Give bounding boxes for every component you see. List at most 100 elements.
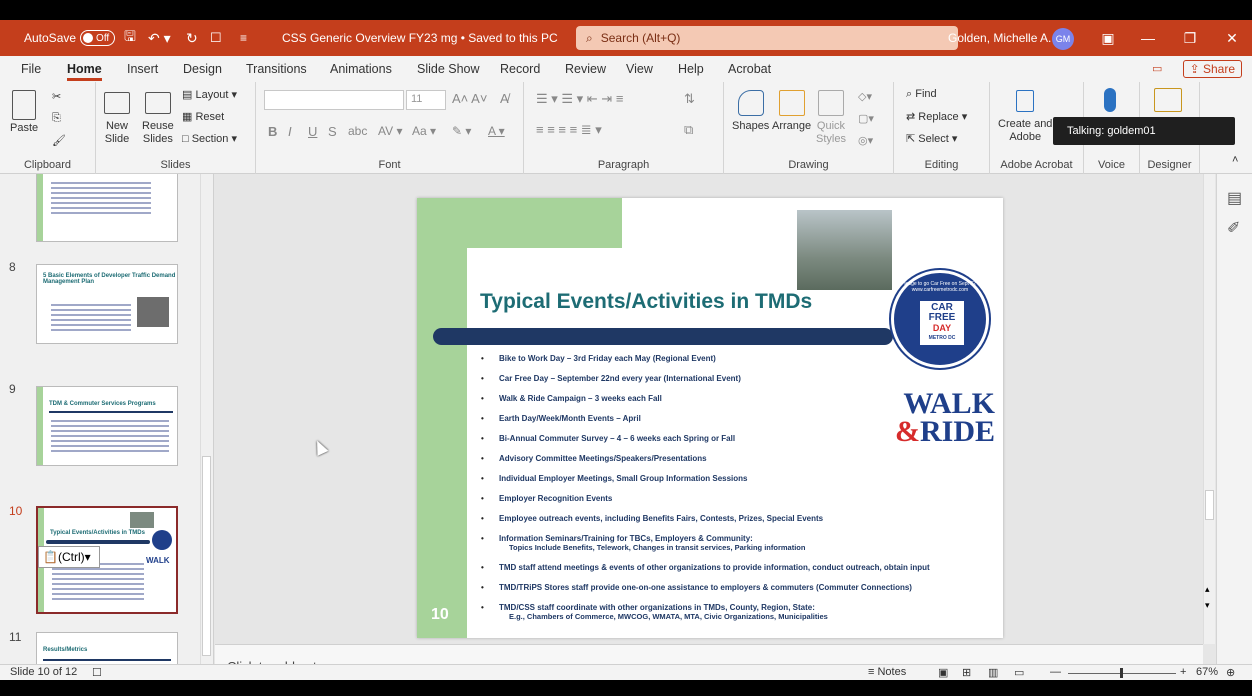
- slide-bullets[interactable]: Bike to Work Day – 3rd Friday each May (…: [481, 348, 1001, 621]
- tab-record[interactable]: Record: [500, 62, 540, 76]
- tab-acrobat[interactable]: Acrobat: [728, 62, 771, 76]
- thumbnail-slide-8[interactable]: 5 Basic Elements of Developer Traffic De…: [36, 264, 178, 344]
- designer-ideas-icon[interactable]: ▤: [1227, 188, 1242, 208]
- layout-button[interactable]: ▤ Layout ▾: [182, 88, 237, 101]
- clear-format-icon[interactable]: A̸: [500, 91, 509, 106]
- slide-thumbnail-pane[interactable]: 8 5 Basic Elements of Developer Traffic …: [0, 174, 214, 664]
- normal-view-icon[interactable]: ▣: [938, 666, 948, 679]
- undo-icon[interactable]: ↶ ▾: [148, 20, 171, 56]
- find-button[interactable]: ⌕ Find: [906, 88, 937, 101]
- tab-slide-show[interactable]: Slide Show: [417, 62, 480, 76]
- zoom-slider-thumb[interactable]: [1120, 668, 1123, 678]
- slide-sorter-icon[interactable]: ⊞: [962, 666, 971, 679]
- paste-button[interactable]: Paste: [10, 90, 38, 135]
- zoom-in-icon[interactable]: +: [1180, 666, 1186, 678]
- avatar[interactable]: GM: [1052, 28, 1074, 50]
- tab-review[interactable]: Review: [565, 62, 606, 76]
- designer-button[interactable]: [1154, 88, 1182, 112]
- scroll-thumb[interactable]: [1205, 490, 1214, 520]
- italic-button[interactable]: I: [288, 124, 292, 139]
- zoom-out-icon[interactable]: —: [1050, 666, 1061, 678]
- create-pdf-button[interactable]: Create and Adobe: [998, 90, 1052, 144]
- shape-fill-icon[interactable]: ◇▾: [858, 90, 872, 103]
- font-size-field[interactable]: 11: [406, 90, 446, 110]
- align-icon[interactable]: ≡ ≡ ≡ ≡ ≣ ▾: [536, 122, 602, 138]
- customize-toolbar-icon[interactable]: ≡: [240, 20, 247, 56]
- shapes-button[interactable]: Shapes: [732, 90, 769, 133]
- thumbnail-slide-7[interactable]: [36, 174, 178, 242]
- notes-button[interactable]: ≡ Notes: [868, 666, 906, 678]
- ribbon-display-icon[interactable]: ▣: [1088, 20, 1128, 56]
- shape-outline-icon[interactable]: ▢▾: [858, 112, 874, 125]
- reset-button[interactable]: ▦ Reset: [182, 110, 224, 123]
- slide-canvas[interactable]: Typical Events/Activities in TMDs Pledge…: [417, 198, 1003, 638]
- save-icon[interactable]: 🖫: [124, 20, 136, 56]
- grow-font-icon[interactable]: A˄ A˅: [452, 91, 487, 106]
- tab-design[interactable]: Design: [183, 62, 222, 76]
- user-name[interactable]: Golden, Michelle A.: [948, 20, 1051, 56]
- quick-styles-button[interactable]: Quick Styles: [816, 90, 846, 146]
- scroll-thumb[interactable]: [202, 456, 211, 656]
- thumbnail-scrollbar[interactable]: [200, 174, 212, 664]
- collapse-ribbon-icon[interactable]: ˄: [1232, 154, 1238, 166]
- tab-file[interactable]: File: [21, 62, 41, 76]
- shadow-button[interactable]: S: [328, 124, 337, 139]
- paste-options-button[interactable]: 📋 (Ctrl) ▾: [38, 546, 100, 568]
- restore-icon[interactable]: ❐: [1170, 20, 1210, 56]
- shape-effects-icon[interactable]: ◎▾: [858, 134, 873, 147]
- autosave-toggle[interactable]: Off: [80, 30, 116, 46]
- bike-photo[interactable]: [797, 210, 892, 290]
- smartart-icon[interactable]: ⧉: [684, 122, 693, 138]
- fit-slide-icon[interactable]: ⊕: [1226, 666, 1235, 679]
- redo-icon[interactable]: ↻: [186, 20, 198, 56]
- minimize-icon[interactable]: —: [1128, 20, 1168, 56]
- search-box[interactable]: ⌕ Search (Alt+Q): [576, 26, 958, 50]
- tab-animations[interactable]: Animations: [330, 62, 392, 76]
- format-painter-icon[interactable]: 🖌: [52, 134, 66, 147]
- arrange-button[interactable]: Arrange: [772, 90, 811, 133]
- zoom-level[interactable]: 67%: [1196, 666, 1218, 678]
- comments-icon[interactable]: ▭: [1152, 62, 1162, 75]
- strikethrough-icon[interactable]: abc: [348, 124, 367, 138]
- select-button[interactable]: ⇱ Select ▾: [906, 132, 957, 145]
- underline-button[interactable]: U: [308, 124, 317, 139]
- slide-scrollbar[interactable]: ▴ ▾: [1203, 174, 1215, 644]
- cut-icon[interactable]: ✂: [52, 90, 61, 103]
- next-slide-icon[interactable]: ▾: [1205, 600, 1210, 611]
- char-spacing-icon[interactable]: AV ▾: [378, 124, 402, 138]
- autosave[interactable]: AutoSave Off: [24, 20, 116, 56]
- tab-help[interactable]: Help: [678, 62, 704, 76]
- notes-pane[interactable]: Click to add notes: [215, 644, 1203, 674]
- tab-home[interactable]: Home: [67, 62, 102, 81]
- thumbnail-slide-9[interactable]: TDM & Commuter Services Programs: [36, 386, 178, 466]
- format-pane-icon[interactable]: ✐: [1227, 218, 1240, 238]
- share-button[interactable]: ⇪ Share: [1182, 60, 1242, 78]
- slide-title[interactable]: Typical Events/Activities in TMDs: [480, 290, 812, 314]
- tab-insert[interactable]: Insert: [127, 62, 158, 76]
- bullets-icon[interactable]: ☰ ▾ ☰ ▾ ⇤ ⇥ ≡: [536, 91, 623, 107]
- group-paragraph: ☰ ▾ ☰ ▾ ⇤ ⇥ ≡ ⇅ ≡ ≡ ≡ ≡ ≣ ▾ ⧉ Paragraph: [524, 82, 724, 174]
- reuse-slides-button[interactable]: Reuse Slides: [142, 92, 174, 146]
- copy-icon[interactable]: ⎘: [52, 112, 61, 125]
- document-title[interactable]: CSS Generic Overview FY23 mg • Saved to …: [282, 20, 558, 56]
- font-color-icon[interactable]: A ▾: [488, 124, 505, 138]
- thumbnail-slide-11[interactable]: Results/Metrics: [36, 632, 178, 664]
- new-slide-button[interactable]: New Slide: [104, 92, 130, 146]
- tab-view[interactable]: View: [626, 62, 653, 76]
- tab-transitions[interactable]: Transitions: [246, 62, 307, 76]
- text-direction-icon[interactable]: ⇅: [684, 91, 695, 107]
- change-case-icon[interactable]: Aa ▾: [412, 124, 436, 138]
- present-icon[interactable]: ☐: [210, 20, 222, 56]
- replace-button[interactable]: ⇄ Replace ▾: [906, 110, 967, 123]
- slideshow-view-icon[interactable]: ▭: [1014, 666, 1024, 679]
- highlight-icon[interactable]: ✎ ▾: [452, 124, 471, 138]
- section-button[interactable]: □ Section ▾: [182, 132, 237, 145]
- prev-slide-icon[interactable]: ▴: [1205, 584, 1210, 595]
- dictate-button[interactable]: [1104, 88, 1116, 112]
- font-name-field[interactable]: [264, 90, 404, 110]
- accessibility-icon[interactable]: ☐: [92, 666, 102, 679]
- bold-button[interactable]: B: [268, 124, 277, 139]
- reading-view-icon[interactable]: ▥: [988, 666, 998, 679]
- group-label: Font: [378, 159, 401, 171]
- close-icon[interactable]: ✕: [1212, 20, 1252, 56]
